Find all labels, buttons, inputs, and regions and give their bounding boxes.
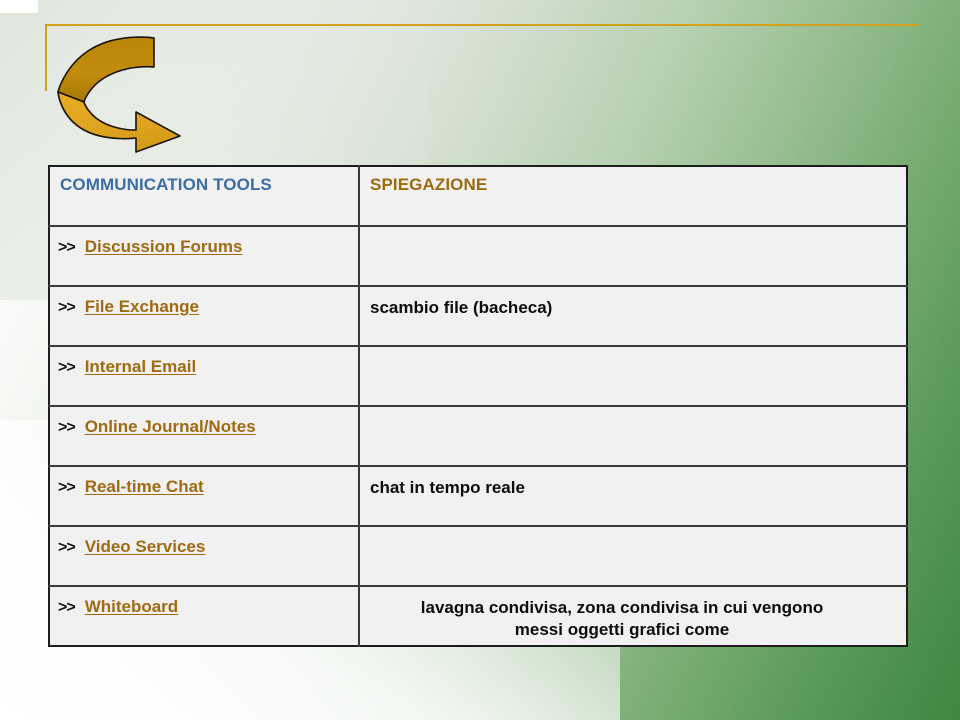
- cell-tool: >> Whiteboard: [49, 585, 360, 646]
- accent-rule-vertical: [45, 24, 47, 91]
- bullet-marker-icon: >>: [58, 479, 76, 496]
- bullet-marker-icon: >>: [58, 299, 76, 316]
- tool-label-video-services[interactable]: Video Services: [85, 537, 206, 557]
- table-row: >> Discussion Forums: [49, 225, 907, 286]
- communication-tools-table: COMMUNICATION TOOLS SPIEGAZIONE >> Discu…: [48, 165, 908, 647]
- corner-notch: [0, 0, 38, 13]
- table-row: >> Online Journal/Notes: [49, 405, 907, 466]
- cell-tool: >> Discussion Forums: [49, 225, 360, 286]
- cell-explanation: [359, 225, 907, 286]
- curved-arrow-icon: [57, 36, 181, 153]
- table-row: >> Real-time Chat chat in tempo reale: [49, 465, 907, 526]
- cell-explanation: [359, 525, 907, 586]
- table-row: >> File Exchange scambio file (bacheca): [49, 285, 907, 346]
- explanation-text: [360, 347, 906, 357]
- explanation-text-line1: lavagna condivisa, zona condivisa in cui…: [420, 598, 824, 617]
- tool-label-whiteboard[interactable]: Whiteboard: [85, 597, 179, 617]
- tool-label-online-journal-notes[interactable]: Online Journal/Notes: [85, 417, 256, 437]
- cell-tool: >> Video Services: [49, 525, 360, 586]
- cell-explanation: chat in tempo reale: [359, 465, 907, 526]
- tool-label-discussion-forums[interactable]: Discussion Forums: [85, 237, 243, 257]
- explanation-text: scambio file (bacheca): [370, 298, 553, 317]
- cell-tool: >> Internal Email: [49, 345, 360, 406]
- explanation-text: [360, 407, 906, 417]
- table-row: >> Whiteboard lavagna condivisa, zona co…: [49, 585, 907, 646]
- bullet-marker-icon: >>: [58, 419, 76, 436]
- table-row: >> Video Services: [49, 525, 907, 586]
- cell-tool: >> File Exchange: [49, 285, 360, 346]
- cell-explanation: [359, 405, 907, 466]
- explanation-text: lavagna condivisa, zona condivisa in cui…: [360, 587, 906, 641]
- cell-explanation: scambio file (bacheca): [359, 285, 907, 346]
- header-cell-explanation: SPIEGAZIONE: [359, 166, 907, 226]
- bullet-marker-icon: >>: [58, 359, 76, 376]
- table-header-row: COMMUNICATION TOOLS SPIEGAZIONE: [49, 166, 907, 226]
- cell-tool: >> Online Journal/Notes: [49, 405, 360, 466]
- tool-label-real-time-chat[interactable]: Real-time Chat: [85, 477, 204, 497]
- cell-explanation: [359, 345, 907, 406]
- header-label-tools: COMMUNICATION TOOLS: [60, 175, 272, 194]
- tool-label-internal-email[interactable]: Internal Email: [85, 357, 196, 377]
- bullet-marker-icon: >>: [58, 539, 76, 556]
- table-row: >> Internal Email: [49, 345, 907, 406]
- explanation-text: chat in tempo reale: [370, 478, 525, 497]
- explanation-text: [360, 527, 906, 537]
- bullet-marker-icon: >>: [58, 599, 76, 616]
- tool-label-file-exchange[interactable]: File Exchange: [85, 297, 199, 317]
- cell-explanation: lavagna condivisa, zona condivisa in cui…: [359, 585, 907, 646]
- explanation-text: [360, 227, 906, 237]
- slide-canvas: COMMUNICATION TOOLS SPIEGAZIONE >> Discu…: [0, 0, 960, 720]
- bullet-marker-icon: >>: [58, 239, 76, 256]
- cell-tool: >> Real-time Chat: [49, 465, 360, 526]
- header-cell-tools: COMMUNICATION TOOLS: [49, 166, 360, 226]
- explanation-text-line2: messi oggetti grafici come: [514, 620, 730, 640]
- header-label-explanation: SPIEGAZIONE: [370, 175, 488, 194]
